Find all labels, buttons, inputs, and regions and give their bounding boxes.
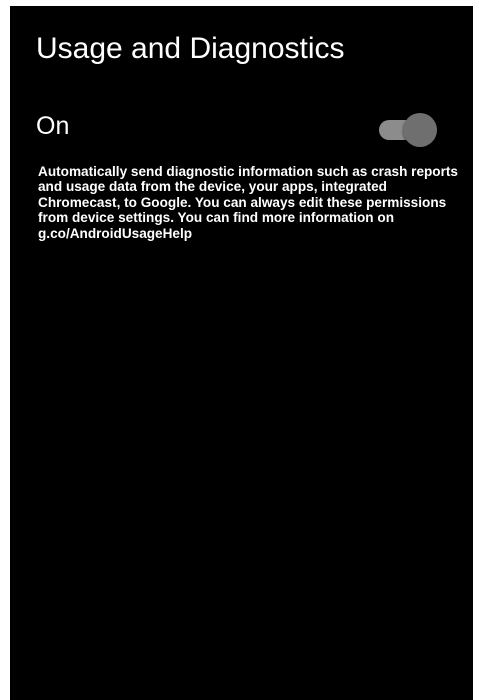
usage-diagnostics-screen: Usage and Diagnostics On Automatically s… bbox=[10, 6, 473, 700]
usage-diagnostics-toggle[interactable] bbox=[376, 112, 440, 147]
toggle-thumb bbox=[403, 113, 437, 147]
description-text: Automatically send diagnostic informatio… bbox=[38, 164, 458, 241]
page-title: Usage and Diagnostics bbox=[36, 32, 345, 65]
usage-diagnostics-toggle-row[interactable]: On bbox=[10, 100, 473, 150]
toggle-state-label: On bbox=[36, 112, 70, 140]
